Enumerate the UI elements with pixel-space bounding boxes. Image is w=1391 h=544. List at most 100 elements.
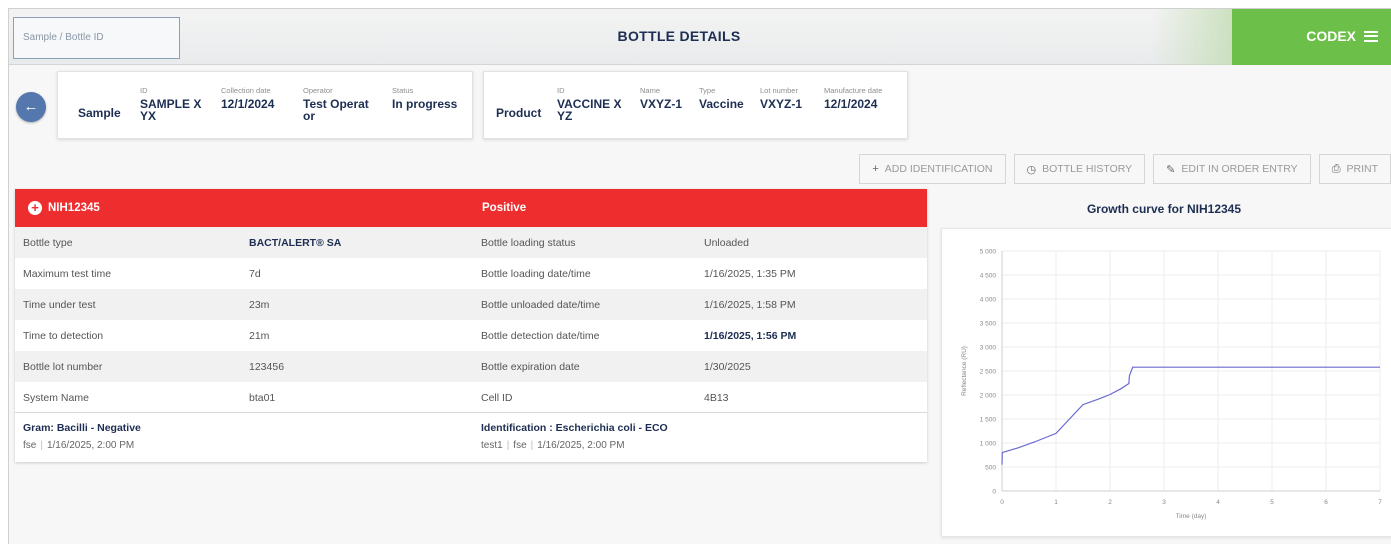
field-value: Vaccine (699, 97, 744, 111)
row-value: 21m (249, 330, 270, 342)
growth-curve-line (1001, 366, 1380, 465)
printer-icon: ⎙ (1331, 162, 1341, 175)
row-value: 1/30/2025 (704, 361, 751, 373)
row-label: Bottle detection date/time (481, 330, 600, 342)
arrow-left-icon: ← (23, 98, 39, 115)
x-tick-label: 3 (1162, 499, 1166, 506)
y-tick-label: 4 000 (980, 297, 997, 304)
row-label: Cell ID (481, 392, 513, 404)
hamburger-menu-icon[interactable] (1364, 30, 1378, 42)
status-field: Status In progress (392, 86, 457, 110)
row-value: 1/16/2025, 1:58 PM (704, 299, 796, 311)
table-row: Time under test 23m Bottle unloaded date… (15, 289, 927, 320)
x-tick-label: 0 (1000, 499, 1004, 506)
field-value-cont: or (303, 109, 315, 123)
button-label: EDIT IN ORDER ENTRY (1181, 163, 1298, 175)
sample-bottle-id-search-input[interactable]: Sample / Bottle ID (13, 17, 180, 59)
row-value: 123456 (249, 361, 285, 373)
field-value: VXYZ-1 (640, 97, 683, 111)
field-label: ID (557, 86, 565, 95)
row-value: Unloaded (704, 237, 749, 249)
gram-date: 1/16/2025, 2:00 PM (46, 440, 135, 451)
field-label: Collection date (221, 86, 271, 95)
x-tick-label: 2 (1108, 499, 1112, 506)
field-label: Type (699, 86, 716, 95)
row-label: Bottle unloaded date/time (481, 299, 601, 311)
row-value: 7d (249, 268, 261, 280)
y-axis-label: Reflectance (RU) (961, 346, 968, 396)
field-value: 12/1/2024 (221, 97, 275, 111)
row-label: Bottle lot number (23, 361, 103, 373)
table-row: Maximum test time 7d Bottle loading date… (15, 258, 927, 289)
manufacture-date-field: Manufacture date 12/1/2024 (824, 86, 882, 110)
y-tick-label: 2 500 (980, 369, 997, 376)
button-label: ADD IDENTIFICATION (884, 163, 993, 175)
add-identification-button[interactable]: + ADD IDENTIFICATION (859, 154, 1006, 184)
row-value: 4B13 (704, 392, 729, 404)
gram-result: Gram: Bacilli - Negative (23, 422, 141, 434)
field-label: Lot number (760, 86, 798, 95)
y-tick-label: 2 000 (980, 393, 997, 400)
x-tick-label: 7 (1378, 499, 1382, 506)
x-axis-label: Time (day) (1176, 513, 1207, 520)
result-status: Positive (482, 202, 527, 214)
operator-field: Operator Test Operat or (303, 86, 369, 122)
table-row: Time to detection 21m Bottle detection d… (15, 320, 927, 351)
product-card: Product ID VACCINE X YZ Name VXYZ-1 Type… (483, 71, 908, 139)
pencil-icon: ✎ (1166, 163, 1176, 176)
brand-decoration (1152, 9, 1242, 65)
identification-date: 1/16/2025, 2:00 PM (537, 440, 625, 451)
field-value: 12/1/2024 (824, 97, 878, 111)
field-label: Manufacture date (824, 86, 883, 95)
identification-user: fse (513, 440, 527, 451)
identification-test: test1 (481, 440, 503, 451)
top-bar: Sample / Bottle ID BOTTLE DETAILS CODEX (9, 9, 1391, 65)
field-label: ID (140, 86, 148, 95)
field-label: Operator (303, 86, 333, 95)
bottle-detail-panel: + NIH12345 Positive Bottle type BACT/ALE… (15, 189, 927, 462)
edit-in-order-entry-button[interactable]: ✎ EDIT IN ORDER ENTRY (1153, 154, 1311, 184)
app-window: Sample / Bottle ID BOTTLE DETAILS CODEX … (8, 8, 1391, 544)
row-label: Time under test (23, 299, 96, 311)
row-label: Bottle expiration date (481, 361, 580, 373)
history-icon: ◷ (1026, 163, 1037, 176)
x-tick-label: 1 (1054, 499, 1058, 506)
sample-card: Sample ID SAMPLE X YX Collection date 12… (57, 71, 473, 139)
field-label: Status (392, 86, 414, 95)
print-button[interactable]: ⎙ PRINT (1318, 154, 1391, 184)
chart-svg: 0 500 1 000 1 500 2 000 2 500 3 000 3 500 4 000 4… (961, 249, 1382, 521)
y-tick-label: 1 000 (980, 441, 997, 448)
product-id-field: ID VACCINE X YZ (557, 86, 621, 122)
brand-logo: CODEX (1306, 28, 1356, 44)
row-value: BACT/ALERT® SA (249, 237, 342, 249)
button-label: BOTTLE HISTORY (1042, 163, 1133, 175)
bottle-id: NIH12345 (48, 202, 100, 214)
row-label: Bottle loading status (481, 237, 576, 249)
y-tick-label: 500 (985, 465, 996, 472)
field-label: Name (640, 86, 661, 95)
product-name-field: Name VXYZ-1 (640, 86, 682, 110)
table-row: Bottle lot number 123456 Bottle expirati… (15, 351, 927, 382)
y-tick-label: 4 500 (980, 273, 997, 280)
product-type-field: Type Vaccine (699, 86, 744, 110)
row-label: Bottle loading date/time (481, 268, 591, 280)
bottle-history-button[interactable]: ◷ BOTTLE HISTORY (1013, 154, 1146, 184)
row-label: System Name (23, 392, 89, 404)
back-arrow-button[interactable]: ← (16, 92, 46, 122)
plus-icon: + (872, 163, 879, 175)
x-tick-label: 5 (1270, 499, 1274, 506)
result-footer: Gram: Bacilli - Negative fse | 1/16/2025, … (15, 412, 927, 462)
sample-title: Sample (78, 106, 121, 120)
field-value-cont: YZ (557, 109, 573, 123)
table-row: Bottle type BACT/ALERT® SA Bottle loadin… (15, 227, 927, 258)
plus-circle-icon[interactable]: + (28, 201, 42, 215)
table-row: System Name bta01 Cell ID 4B13 (15, 382, 927, 413)
button-label: PRINT (1346, 163, 1379, 175)
lot-number-field: Lot number VXYZ-1 (760, 86, 802, 110)
collection-date-field: Collection date 12/1/2024 (221, 86, 274, 110)
growth-curve-chart: 0 500 1 000 1 500 2 000 2 500 3 000 3 500 4 000 4… (941, 228, 1391, 537)
brand-menu[interactable]: CODEX (1306, 28, 1378, 44)
gram-meta: fse | 1/16/2025, 2:00 PM (23, 440, 135, 451)
row-value: 1/16/2025, 1:56 PM (704, 330, 797, 342)
field-value-cont: YX (140, 109, 157, 123)
